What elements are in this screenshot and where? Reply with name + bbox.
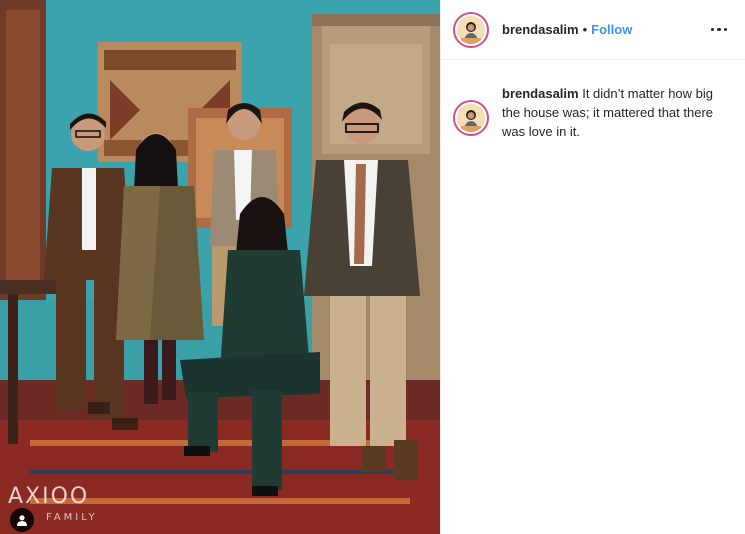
photo-watermark: AXIOO: [8, 484, 90, 509]
caption-text-block: brendasalim It didn’t matter how big the…: [502, 84, 724, 141]
photo-watermark-sub: FAMILY: [46, 512, 98, 523]
post-photo[interactable]: AXIOO FAMILY: [0, 0, 440, 534]
post-header: brendasalim • Follow: [441, 0, 745, 60]
avatar-image: [457, 104, 485, 132]
post-author-username[interactable]: brendasalim: [502, 22, 579, 37]
post-sidebar: brendasalim • Follow brendasalim It didn…: [440, 0, 745, 534]
user-tag-icon: [16, 514, 28, 526]
user-tag-button[interactable]: [10, 508, 34, 532]
caption-username[interactable]: brendasalim: [502, 86, 579, 101]
caption-comment: brendasalim It didn’t matter how big the…: [441, 60, 745, 141]
more-horizontal-icon[interactable]: [707, 24, 732, 36]
header-separator: •: [582, 22, 588, 37]
avatar-image: [457, 15, 485, 44]
follow-button[interactable]: Follow: [591, 22, 632, 37]
profile-avatar[interactable]: [453, 11, 489, 48]
family-portrait-image: [0, 0, 440, 534]
caption-avatar[interactable]: [453, 100, 489, 136]
